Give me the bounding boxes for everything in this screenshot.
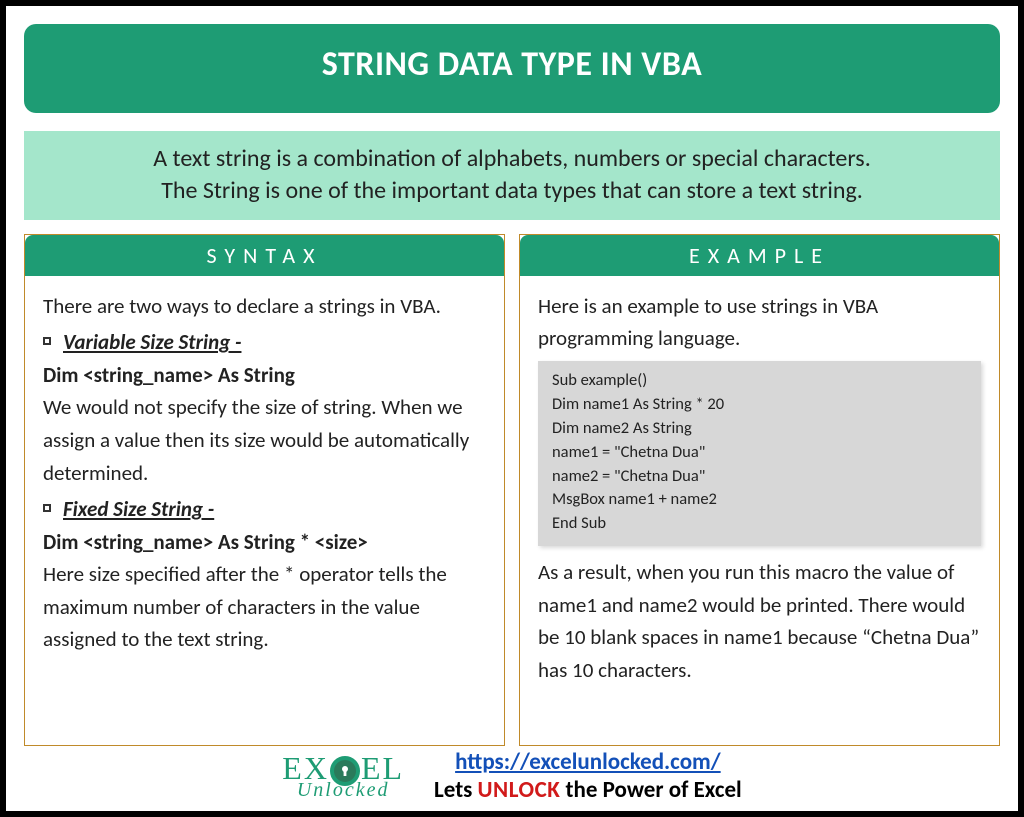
columns: SYNTAX There are two ways to declare a s… [24,234,1000,746]
example-body: Here is an example to use strings in VBA… [520,276,999,697]
bullet-icon [43,504,51,512]
tagline: Lets UNLOCK the Power of Excel [434,776,742,804]
syntax-header: SYNTAX [25,235,504,276]
site-link[interactable]: https://excelunlocked.com/ [455,748,721,776]
example-intro: Here is an example to use strings in VBA… [538,290,981,355]
footer: EX EL Unlocked https://excelunlocked.com… [24,746,1000,806]
syntax-variable-declaration: Dim <string_name> As String [43,359,486,392]
syntax-intro: There are two ways to declare a strings … [43,290,486,323]
syntax-fixed-description: Here size specified after the * operator… [43,558,486,656]
intro-box: A text string is a combination of alphab… [24,131,1000,220]
intro-line-2: The String is one of the important data … [50,175,974,207]
footer-text: https://excelunlocked.com/ Lets UNLOCK t… [434,748,742,806]
example-panel: EXAMPLE Here is an example to use string… [519,234,1000,746]
tagline-unlock: UNLOCK [478,776,561,804]
document-frame: STRING DATA TYPE IN VBA A text string is… [0,0,1024,817]
syntax-variable-description: We would not specify the size of string.… [43,391,486,489]
brand-logo: EX EL Unlocked [282,754,404,799]
syntax-fixed-declaration: Dim <string_name> As String * <size> [43,526,486,559]
bullet-icon [43,337,51,345]
syntax-body: There are two ways to declare a strings … [25,276,504,666]
syntax-variable-title: Variable Size String - [63,326,241,359]
tagline-pre: Lets [434,776,478,804]
syntax-fixed-bullet: Fixed Size String - [43,493,486,526]
keyhole-icon [330,756,360,786]
syntax-variable-bullet: Variable Size String - [43,326,486,359]
syntax-panel: SYNTAX There are two ways to declare a s… [24,234,505,746]
tagline-post: the Power of Excel [560,776,741,804]
page-title: STRING DATA TYPE IN VBA [24,24,1000,113]
syntax-fixed-title: Fixed Size String - [63,493,214,526]
example-code-block: Sub example() Dim name1 As String * 20 D… [538,361,981,546]
example-result: As a result, when you run this macro the… [538,556,981,686]
intro-line-1: A text string is a combination of alphab… [50,143,974,175]
example-header: EXAMPLE [520,235,999,276]
